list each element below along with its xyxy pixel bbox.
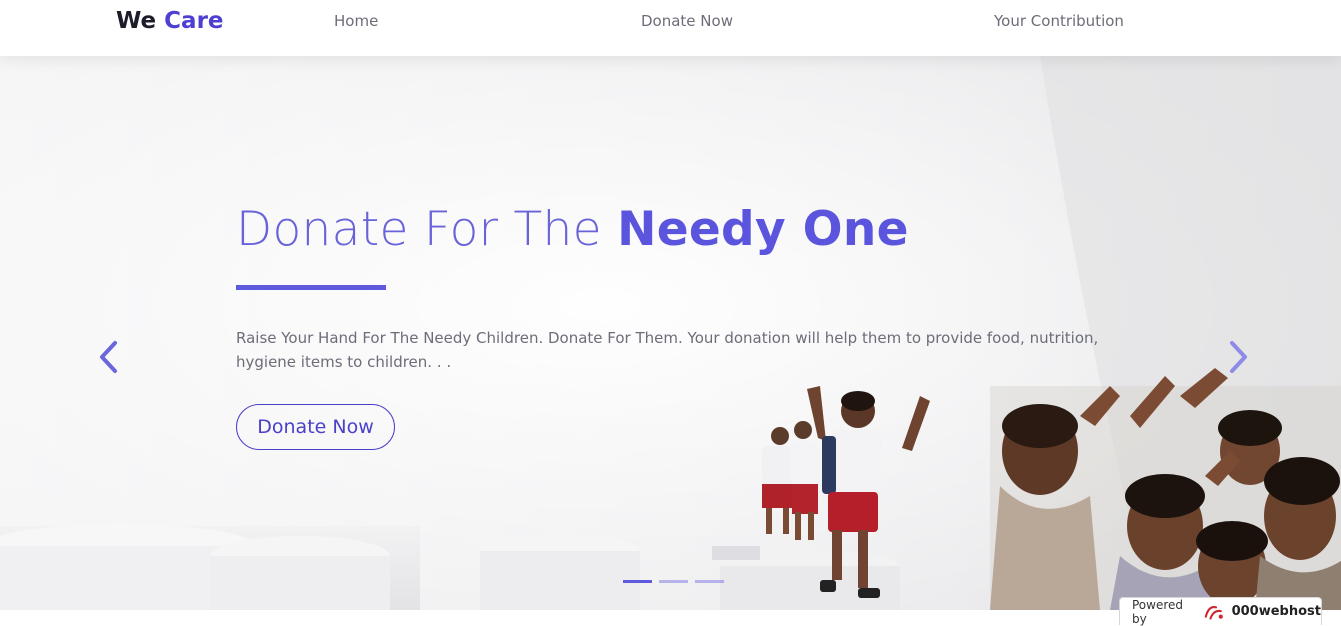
donate-now-button[interactable]: Donate Now [236,404,395,450]
hero-headline: Donate For The Needy One [236,202,909,257]
brand-name-part1: We [116,8,157,34]
nav-link-donate-now[interactable]: Donate Now [641,12,733,30]
headline-underline-divider [236,285,386,290]
powered-by-host: 000webhost [1231,604,1321,619]
powered-by-badge[interactable]: Powered by 000webhost [1119,597,1322,626]
webhost-logo-icon [1204,605,1223,620]
hero-headline-light: Donate For The [236,202,618,257]
carousel-indicator-1[interactable] [623,580,652,583]
brand-name-part2: Care [164,8,224,34]
nav-link-your-contribution[interactable]: Your Contribution [994,12,1124,30]
carousel-next-button[interactable] [1224,338,1252,376]
nav-link-home[interactable]: Home [334,12,378,30]
hero-headline-bold: Needy One [617,202,909,257]
powered-by-label: Powered by [1132,597,1184,626]
carousel-prev-button[interactable] [95,338,123,376]
smiling-children-group [990,368,1341,610]
hero-carousel: Donate For The Needy One Raise Your Hand… [0,56,1341,610]
hero-description: Raise Your Hand For The Needy Children. … [236,329,1099,371]
top-navbar: We Care Home Donate Now Your Contributio… [0,0,1341,56]
chevron-right-icon [1230,341,1247,373]
chevron-left-icon [100,341,117,373]
carousel-indicator-3[interactable] [695,580,724,583]
carousel-indicator-2[interactable] [659,580,688,583]
carousel-indicators [623,580,724,583]
brand-logo[interactable]: We Care [116,8,224,34]
